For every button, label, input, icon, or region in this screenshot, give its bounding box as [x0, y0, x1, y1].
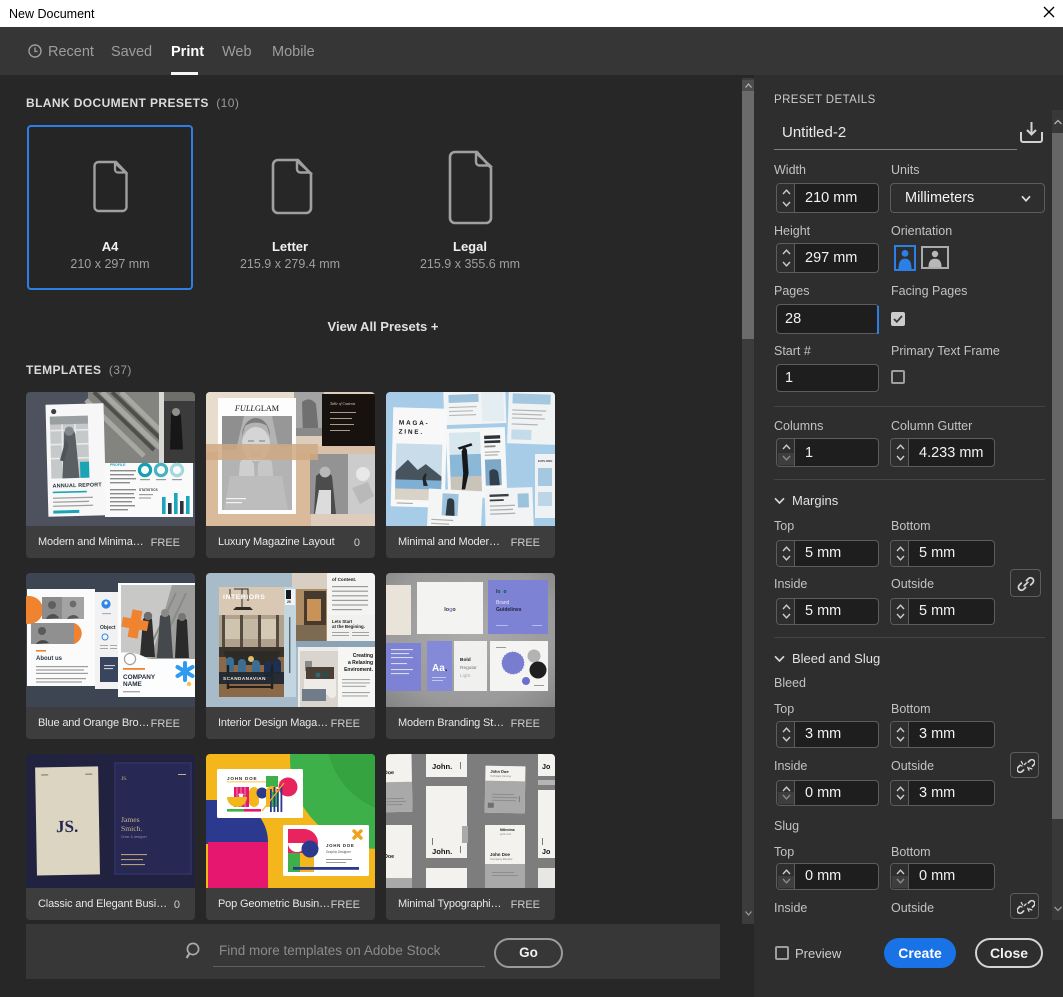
- svg-text:JS.: JS.: [56, 817, 79, 836]
- svg-text:Table of Contents: Table of Contents: [330, 402, 356, 406]
- svg-text:About us: About us: [36, 656, 63, 662]
- svg-text:Company Director: Company Director: [490, 774, 511, 778]
- svg-text:Company Director: Company Director: [490, 857, 513, 861]
- svg-text:Doe: Doe: [386, 854, 394, 860]
- svg-text:SCANDANAVIAN: SCANDANAVIAN: [223, 676, 266, 681]
- svg-text:Smich.: Smich.: [121, 824, 142, 833]
- svg-text:Millenima: Millenima: [500, 828, 515, 832]
- svg-text:Light: Light: [460, 673, 471, 679]
- svg-text:logo: logo: [496, 589, 507, 595]
- svg-text:of Content.: of Content.: [332, 577, 356, 582]
- svg-text:Graphic Designer: Graphic Designer: [326, 850, 352, 854]
- svg-text:20: 20: [287, 600, 291, 604]
- svg-text:a Relaxing: a Relaxing: [348, 660, 373, 666]
- svg-text:John Doe: John Doe: [490, 769, 509, 774]
- svg-text:EXPLORE: EXPLORE: [538, 459, 552, 463]
- svg-text:Aa.: Aa.: [432, 663, 448, 674]
- svg-text:Bold: Bold: [460, 657, 471, 663]
- svg-text:ZINE.: ZINE.: [399, 428, 425, 436]
- svg-text:JS.: JS.: [121, 776, 127, 782]
- svg-text:FULLGLAM: FULLGLAM: [234, 404, 280, 413]
- svg-text:Jo: Jo: [542, 847, 551, 856]
- svg-text:Enviroment.: Enviroment.: [344, 667, 374, 673]
- svg-text:John.: John.: [432, 762, 452, 771]
- svg-text:MAGA-: MAGA-: [399, 419, 430, 427]
- svg-text:Object: Object: [100, 625, 116, 631]
- svg-text:Regular: Regular: [460, 665, 477, 671]
- svg-text:Guidelines: Guidelines: [496, 607, 522, 613]
- svg-text:James: James: [121, 815, 140, 824]
- svg-text:PROFILE: PROFILE: [110, 463, 126, 467]
- svg-text:STATISTICS: STATISTICS: [139, 488, 159, 492]
- svg-text:Jo: Jo: [542, 762, 551, 771]
- svg-text:John.: John.: [432, 847, 452, 856]
- svg-text:logo: logo: [444, 607, 456, 613]
- svg-text:JOHN DOE: JOHN DOE: [227, 776, 257, 781]
- svg-text:NAME: NAME: [123, 681, 143, 688]
- svg-text:at the Begining.: at the Begining.: [332, 624, 365, 629]
- svg-text:april mine: april mine: [500, 832, 512, 836]
- svg-text:Creating: Creating: [353, 653, 373, 659]
- svg-text:JOHN DOE: JOHN DOE: [326, 843, 355, 848]
- svg-text:Doe: Doe: [386, 770, 394, 776]
- svg-text:Orner & designer: Orner & designer: [121, 835, 148, 839]
- svg-text:INTERIORS: INTERIORS: [223, 594, 265, 601]
- svg-text:COMPANY: COMPANY: [123, 674, 156, 681]
- svg-text:Brand: Brand: [496, 600, 510, 606]
